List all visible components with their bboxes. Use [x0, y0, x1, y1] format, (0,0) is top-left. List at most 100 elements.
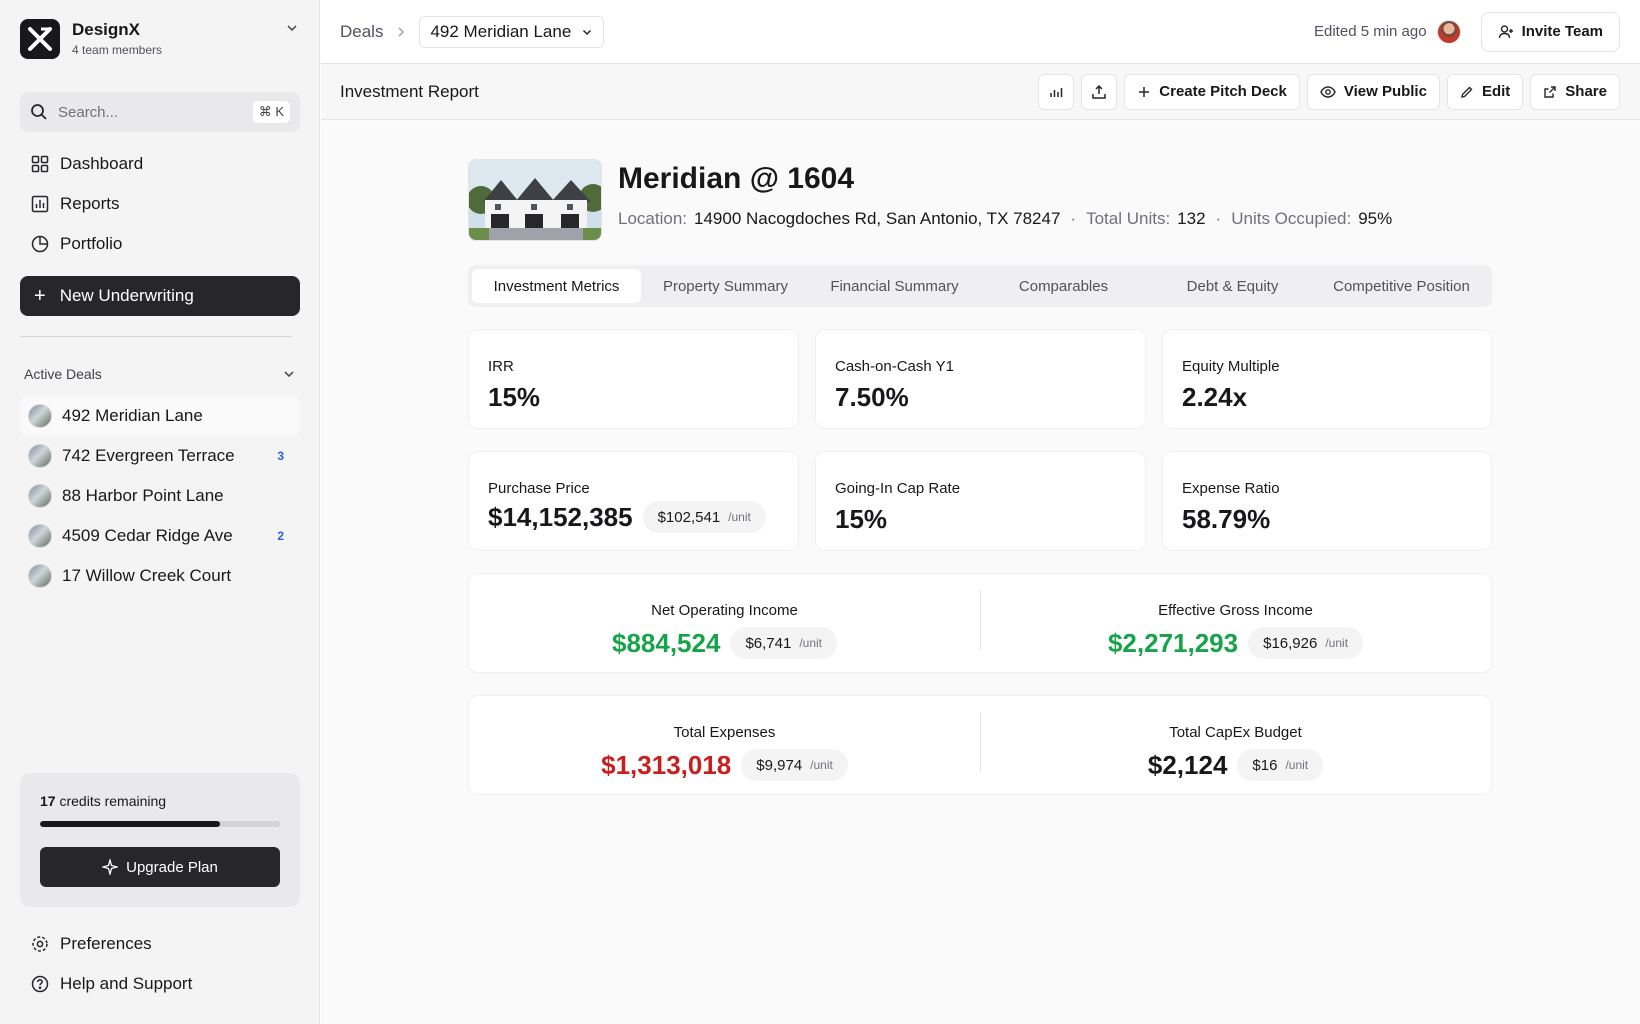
gear-icon [30, 934, 50, 954]
avatar[interactable] [1436, 19, 1461, 44]
upgrade-label: Upgrade Plan [126, 858, 218, 876]
upload-icon [1091, 84, 1107, 100]
logo-icon [20, 19, 60, 59]
chevron-down-icon[interactable] [282, 18, 302, 38]
active-deals-header[interactable]: Active Deals [24, 366, 296, 382]
credits-panel: 17 credits remaining Upgrade Plan [20, 773, 300, 907]
search-box[interactable]: ⌘ K [20, 92, 300, 132]
metric-value: $2,271,293 [1107, 627, 1239, 658]
deal-label: 742 Evergreen Terrace [62, 446, 235, 465]
invite-team-button[interactable]: Invite Team [1480, 11, 1620, 52]
metric-value: $14,152,385 [488, 501, 633, 532]
location-value: 14900 Nacogdoches Rd, San Antonio, TX 78… [694, 209, 1061, 228]
deal-label: 492 Meridian Lane [62, 406, 203, 425]
units-value: 132 [1177, 209, 1206, 228]
noi-section: Net Operating Income $884,524 $6,741 /un… [469, 574, 980, 672]
occupied-value: 95% [1358, 209, 1393, 228]
tab-property-summary[interactable]: Property Summary [641, 269, 810, 303]
per-unit-suffix: /unit [799, 636, 823, 650]
credits-remaining: 17 credits remaining [40, 793, 280, 809]
nav-label: Dashboard [60, 154, 144, 173]
per-unit-pill: $9,974 /unit [741, 749, 848, 781]
tab-financial-summary[interactable]: Financial Summary [810, 269, 979, 303]
deal-item[interactable]: 742 Evergreen Terrace 3 [20, 436, 300, 476]
create-pitch-deck-button[interactable]: Create Pitch Deck [1124, 73, 1300, 110]
credits-progress-fill [40, 821, 220, 827]
credits-text: credits remaining [59, 793, 167, 809]
top-bar: Deals 492 Meridian Lane Edited 5 min ago… [321, 0, 1640, 64]
deal-item[interactable]: 88 Harbor Point Lane [20, 476, 300, 516]
tab-debt-equity[interactable]: Debt & Equity [1148, 269, 1317, 303]
property-header: Meridian @ 1604 Location: 14900 Nacogdoc… [468, 159, 1392, 241]
separator-dot: · [1215, 209, 1222, 228]
property-title: Meridian @ 1604 [618, 162, 855, 195]
bar-chart-icon [1048, 84, 1064, 100]
tab-investment-metrics[interactable]: Investment Metrics [472, 269, 641, 303]
tab-competitive-position[interactable]: Competitive Position [1317, 269, 1486, 303]
property-meta: Location: 14900 Nacogdoches Rd, San Anto… [618, 209, 1392, 229]
metric-value: 2.24x [1182, 382, 1248, 412]
nav-dashboard[interactable]: Dashboard [20, 146, 300, 182]
edit-button[interactable]: Edit [1446, 73, 1524, 110]
share-button[interactable]: Share [1530, 73, 1620, 110]
nav-preferences[interactable]: Preferences [20, 926, 300, 962]
sidebar: DesignX 4 team members ⌘ K Dashboard Rep… [0, 0, 320, 1024]
metric-value: $884,524 [611, 627, 721, 658]
metric-label: Cash-on-Cash Y1 [835, 358, 954, 375]
pencil-icon [1460, 85, 1482, 99]
view-public-button[interactable]: View Public [1306, 73, 1440, 110]
metric-value: 58.79% [1182, 504, 1271, 534]
per-unit-suffix: /unit [810, 758, 833, 772]
chevron-down-icon [581, 26, 593, 38]
deal-thumbnail [28, 524, 52, 548]
nav-portfolio[interactable]: Portfolio [20, 226, 300, 262]
location-label: Location: [618, 209, 687, 228]
deal-item[interactable]: 492 Meridian Lane [20, 396, 300, 436]
upgrade-plan-button[interactable]: Upgrade Plan [40, 847, 280, 887]
per-unit-value: $16 [1252, 756, 1278, 774]
workspace-switcher[interactable]: DesignX 4 team members [20, 19, 162, 59]
metric-label: Going-In Cap Rate [835, 480, 961, 497]
chevron-right-icon [395, 26, 407, 38]
export-button[interactable] [1081, 73, 1118, 110]
nav-help[interactable]: Help and Support [20, 966, 300, 1002]
new-underwriting-button[interactable]: + New Underwriting [20, 276, 300, 316]
credits-progress [40, 821, 280, 827]
tab-comparables[interactable]: Comparables [979, 269, 1148, 303]
per-unit-value: $16,926 [1263, 634, 1318, 652]
deal-label: 17 Willow Creek Court [62, 566, 232, 585]
nav-label: Portfolio [60, 234, 123, 253]
metric-card-purchase-price: Purchase Price $14,152,385 $102,541 /uni… [468, 451, 799, 551]
bar-chart-icon [30, 194, 50, 214]
metric-value: $2,124 [1147, 749, 1228, 780]
metric-card-cap-rate: Going-In Cap Rate 15% [815, 451, 1146, 551]
report-tabs: Investment Metrics Property Summary Fina… [468, 265, 1492, 307]
new-underwriting-label: New Underwriting [59, 286, 194, 305]
per-unit-pill: $16 /unit [1237, 749, 1324, 781]
metric-value-row: $14,152,385 $102,541 /unit [488, 501, 766, 533]
deal-item[interactable]: 17 Willow Creek Court [20, 556, 300, 596]
breadcrumb-deals[interactable]: Deals [340, 22, 383, 42]
view-public-label: View Public [1343, 83, 1427, 100]
units-label: Total Units: [1086, 209, 1171, 228]
eye-icon [1320, 84, 1344, 100]
metric-label: IRR [488, 358, 514, 375]
deal-item[interactable]: 4509 Cedar Ridge Ave 2 [20, 516, 300, 556]
deal-thumbnail [28, 404, 52, 428]
search-input[interactable] [58, 103, 248, 121]
metric-label: Total Expenses [673, 724, 776, 741]
per-unit-pill: $6,741 /unit [730, 627, 838, 659]
deal-selector[interactable]: 492 Meridian Lane [419, 15, 605, 48]
deal-label: 88 Harbor Point Lane [62, 486, 224, 505]
per-unit-value: $6,741 [745, 634, 792, 652]
nav-reports[interactable]: Reports [20, 186, 300, 222]
per-unit-suffix: /unit [728, 510, 751, 524]
total-expenses-section: Total Expenses $1,313,018 $9,974 /unit [469, 696, 980, 794]
analytics-button[interactable] [1038, 73, 1075, 110]
plus-icon [1137, 85, 1159, 99]
metric-label: Effective Gross Income [1158, 602, 1313, 619]
divider [20, 336, 292, 337]
metric-label: Purchase Price [488, 480, 590, 497]
active-deals-heading: Active Deals [24, 366, 102, 382]
notification-badge: 3 [277, 449, 284, 463]
